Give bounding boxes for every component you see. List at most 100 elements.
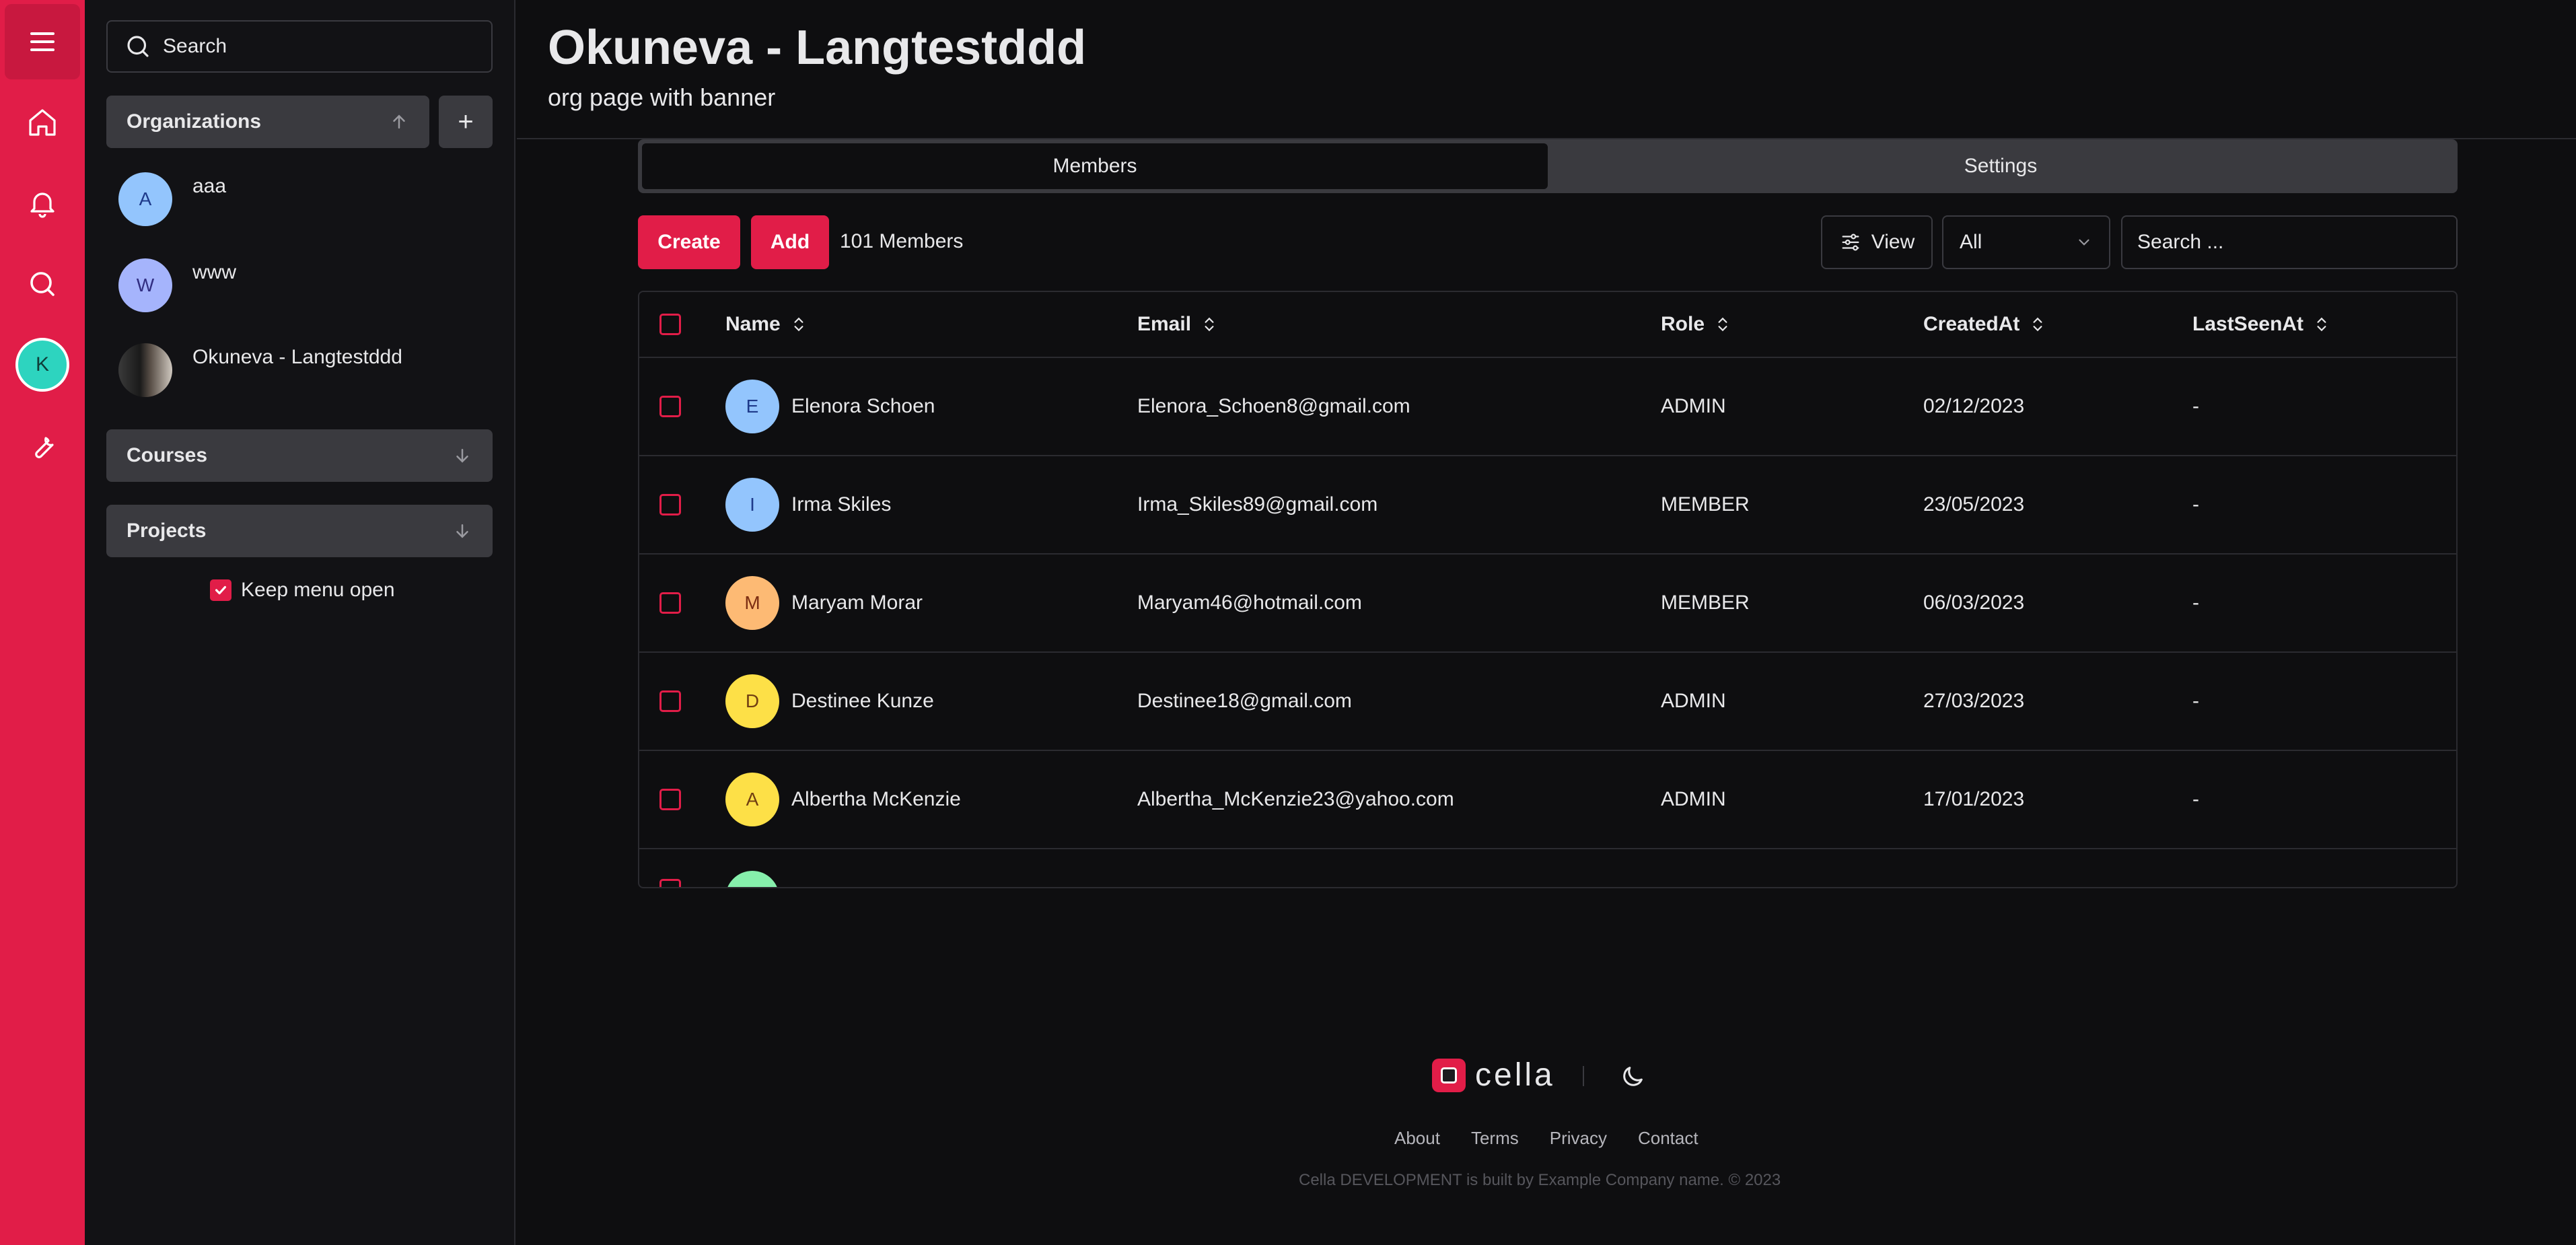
row-select-cell	[659, 456, 681, 553]
menu-toggle-button[interactable]	[5, 4, 80, 79]
members-search-input[interactable]	[2121, 215, 2458, 269]
menu-icon	[30, 32, 55, 51]
column-label: LastSeenAt	[2192, 313, 2304, 335]
search-button[interactable]	[5, 246, 80, 322]
arrow-up-icon	[393, 114, 405, 129]
keep-menu-open-toggle[interactable]: Keep menu open	[210, 579, 395, 602]
sort-icon	[2317, 317, 2326, 332]
arrow-down-icon	[456, 449, 468, 463]
org-name: Okuneva - Langtestddd	[192, 346, 402, 368]
members-table: Name Email Role CreatedAt LastSeenAt E E…	[638, 291, 2458, 888]
keep-menu-open-checkbox[interactable]	[210, 579, 231, 601]
column-header-name[interactable]: Name	[725, 292, 808, 357]
member-created-at: 23/05/2023	[1923, 493, 2025, 515]
member-name[interactable]: Albertha McKenzie	[791, 788, 961, 811]
member-email: Albertha_McKenzie23@yahoo.com	[1137, 788, 1454, 810]
row-checkbox[interactable]	[659, 789, 681, 810]
column-header-createdat[interactable]: CreatedAt	[1923, 292, 2046, 357]
table-header-row: Name Email Role CreatedAt LastSeenAt	[639, 292, 2456, 358]
cella-logo[interactable]: cella	[1432, 1057, 1555, 1094]
member-created-at: 27/03/2023	[1923, 690, 2025, 712]
tab-bar: Members Settings	[638, 139, 2458, 193]
organizations-section-header[interactable]: Organizations	[106, 96, 429, 148]
courses-section-header[interactable]: Courses	[106, 429, 493, 482]
home-button[interactable]	[5, 85, 80, 160]
member-avatar: A	[725, 773, 779, 826]
add-member-button[interactable]: Add	[751, 215, 829, 269]
member-name[interactable]: Maryam Morar	[791, 592, 923, 614]
org-avatar: W	[118, 258, 172, 312]
member-last-seen: -	[2192, 690, 2199, 712]
column-header-role[interactable]: Role	[1661, 292, 1731, 357]
role-filter-value: All	[1960, 231, 1982, 253]
bell-icon	[30, 192, 55, 218]
member-name[interactable]: Elenora Schoen	[791, 395, 935, 418]
row-checkbox[interactable]	[659, 879, 681, 887]
arrow-down-icon	[456, 524, 468, 538]
member-avatar: E	[725, 380, 779, 433]
row-checkbox[interactable]	[659, 494, 681, 515]
table-row-partial[interactable]	[639, 849, 2456, 887]
moon-icon[interactable]	[1619, 1063, 1646, 1090]
search-icon	[127, 36, 149, 57]
row-checkbox[interactable]	[659, 592, 681, 614]
row-checkbox[interactable]	[659, 396, 681, 417]
tab-settings[interactable]: Settings	[1548, 143, 2454, 189]
select-all-checkbox[interactable]	[659, 314, 681, 335]
footer-copyright: Cella DEVELOPMENT is built by Example Co…	[1299, 1171, 1781, 1189]
role-filter-select[interactable]: All	[1942, 215, 2110, 269]
org-item-okuneva[interactable]: Okuneva - Langtestddd	[118, 343, 402, 404]
member-created-at: 17/01/2023	[1923, 788, 2025, 810]
row-checkbox[interactable]	[659, 690, 681, 712]
notifications-button[interactable]	[5, 166, 80, 241]
column-header-lastseenat[interactable]: LastSeenAt	[2192, 292, 2330, 357]
table-row[interactable]: A Albertha McKenzie Albertha_McKenzie23@…	[639, 751, 2456, 849]
member-count: 101 Members	[840, 230, 964, 252]
member-avatar: M	[725, 576, 779, 630]
footer-link-about[interactable]: About	[1394, 1128, 1440, 1149]
plus-icon: +	[458, 106, 474, 137]
member-email: Elenora_Schoen8@gmail.com	[1137, 395, 1410, 417]
footer-link-privacy[interactable]: Privacy	[1550, 1128, 1607, 1149]
member-avatar	[725, 871, 779, 887]
projects-section-header[interactable]: Projects	[106, 505, 493, 557]
table-row[interactable]: I Irma Skiles Irma_Skiles89@gmail.com ME…	[639, 456, 2456, 555]
sliders-icon	[1842, 234, 1859, 251]
member-role: ADMIN	[1661, 395, 1726, 417]
table-row[interactable]: E Elenora Schoen Elenora_Schoen8@gmail.c…	[639, 358, 2456, 456]
org-item-aaa[interactable]: A aaa	[118, 172, 226, 233]
sidebar-search[interactable]: Search	[106, 20, 493, 73]
column-label: Role	[1661, 313, 1705, 335]
org-item-www[interactable]: W www	[118, 258, 236, 319]
member-avatar: I	[725, 478, 779, 532]
settings-button[interactable]	[5, 408, 80, 483]
table-row[interactable]: M Maryam Morar Maryam46@hotmail.com MEMB…	[639, 555, 2456, 653]
org-avatar-initial: A	[139, 188, 152, 209]
member-created-at: 02/12/2023	[1923, 395, 2025, 417]
create-button[interactable]: Create	[638, 215, 740, 269]
member-name[interactable]: Irma Skiles	[791, 493, 891, 516]
tab-members[interactable]: Members	[642, 143, 1548, 189]
table-row[interactable]: D Destinee Kunze Destinee18@gmail.com AD…	[639, 653, 2456, 751]
select-all-cell	[659, 292, 681, 357]
organizations-label: Organizations	[127, 110, 262, 133]
user-avatar-initial: K	[35, 353, 49, 376]
keep-menu-open-label: Keep menu open	[241, 579, 395, 601]
footer-link-terms[interactable]: Terms	[1471, 1128, 1519, 1149]
view-options-button[interactable]: View	[1821, 215, 1933, 269]
check-icon	[215, 585, 227, 595]
row-select-cell	[659, 751, 681, 848]
chevron-down-icon	[2079, 239, 2089, 246]
member-name[interactable]: Destinee Kunze	[791, 690, 934, 713]
sort-icon	[794, 317, 803, 332]
add-organization-button[interactable]: +	[439, 96, 493, 148]
logo-text: cella	[1475, 1057, 1555, 1093]
member-email: Destinee18@gmail.com	[1137, 690, 1352, 712]
footer-link-contact[interactable]: Contact	[1638, 1128, 1698, 1149]
home-icon	[29, 109, 56, 136]
column-header-email[interactable]: Email	[1137, 292, 1218, 357]
member-avatar: D	[725, 674, 779, 728]
user-avatar[interactable]: K	[15, 338, 69, 392]
member-initial: I	[750, 494, 755, 515]
member-role: MEMBER	[1661, 592, 1750, 614]
